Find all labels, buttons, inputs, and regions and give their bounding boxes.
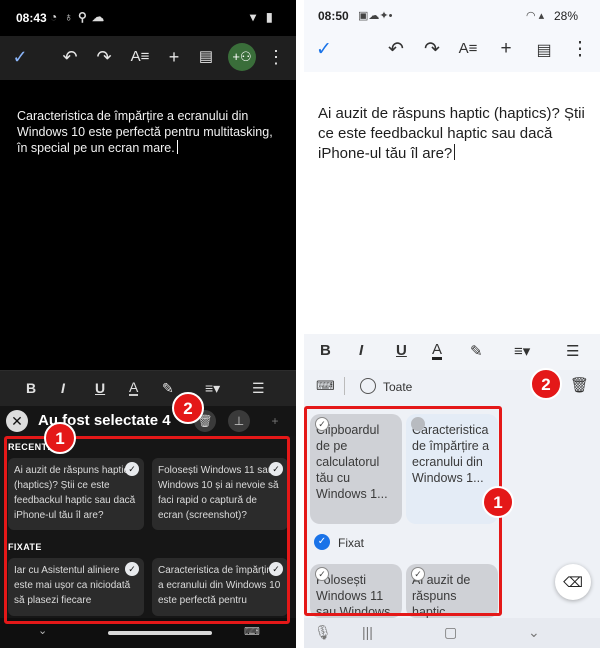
battery-text: 28% [554,9,579,23]
divider [296,0,304,648]
text-format-icon[interactable]: A≡ [128,46,152,68]
chevron-down-icon[interactable]: ⌄ [528,624,540,641]
document-body[interactable]: Ai auzit de răspuns haptic (haptics)? Șt… [318,104,590,164]
italic-button[interactable]: I [61,380,65,396]
recent-apps-icon[interactable]: ||| [362,624,373,640]
keyboard-icon[interactable]: ⌨ [316,378,335,394]
highlight-icon[interactable]: ✎ [162,380,174,397]
add-icon[interactable]: + [162,46,186,68]
select-all-radio[interactable] [360,378,376,394]
bold-button[interactable]: B [320,342,331,359]
more-icon[interactable]: ⋮ [568,38,592,61]
pin-icon[interactable]: ⊥ [228,410,250,432]
location-icon: ⚲ [78,10,87,24]
text-cursor [176,140,178,154]
text-format-icon[interactable]: A≡ [456,40,480,57]
editor-toolbar: ✓ ↶ ↷ A≡ + ▤ ⋮ [304,30,600,72]
signal-icon: ◔ [50,10,58,24]
undo-icon[interactable]: ↶ [58,46,82,68]
check-icon[interactable]: ✓ [8,46,32,68]
comment-icon[interactable]: ▤ [194,46,218,68]
separator [344,377,345,395]
add-icon[interactable]: + [264,410,286,432]
bulb-icon: ♁ [64,10,73,24]
add-icon[interactable]: + [494,38,518,60]
cloud-icon: ☁ [92,10,104,24]
list-icon[interactable]: ☰ [566,342,579,360]
text-cursor [454,144,456,160]
home-icon[interactable]: ▢ [444,624,457,641]
italic-button[interactable]: I [359,342,363,359]
home-handle[interactable] [108,631,212,635]
highlight-box-right [304,406,502,616]
backspace-icon[interactable]: ⌫ [555,564,591,600]
keyboard-icon[interactable]: ⌨ [244,625,260,638]
microphone-icon[interactable]: 🎙 [314,624,332,641]
delete-icon[interactable]: 🗑 [570,376,589,394]
document-text: Caracteristica de împărțire a ecranului … [17,109,273,155]
align-icon[interactable]: ≡▾ [205,380,220,397]
editor-toolbar: ✓ ↶ ↷ A≡ + ▤ +⚇ ⋮ [0,36,296,80]
underline-button[interactable]: U [95,380,105,396]
list-icon[interactable]: ☰ [252,380,265,397]
highlight-icon[interactable]: ✎ [470,342,483,360]
comment-icon[interactable]: ▤ [532,40,556,60]
underline-button[interactable]: U [396,342,407,359]
highlight-box-left [4,436,290,624]
annotation-badge-1-left: 1 [44,422,76,454]
annotation-badge-2-right: 2 [530,368,562,400]
align-icon[interactable]: ≡▾ [514,342,530,360]
undo-icon[interactable]: ↶ [384,38,408,61]
screenshot: 08:43 ◔ ♁ ⚲ ☁ ▾ ▮ ✓ ↶ ↷ A≡ + ▤ +⚇ ⋮ Cara… [0,0,600,648]
select-all-label: Toate [383,380,413,394]
annotation-badge-1-right: 1 [482,486,514,518]
format-bar: B I U A ✎ ≡▾ ☰ [304,334,600,370]
battery-icon: ▮ [266,10,273,24]
status-bar: 08:43 ◔ ♁ ⚲ ☁ ▾ ▮ [0,0,296,36]
close-icon[interactable]: ✕ [6,410,28,432]
document-body[interactable]: Caracteristica de împărțire a ecranului … [17,108,285,156]
redo-icon[interactable]: ↷ [92,46,116,68]
check-icon[interactable]: ✓ [312,38,336,61]
text-color-button[interactable]: A [129,380,139,396]
add-person-icon[interactable]: +⚇ [228,43,256,71]
status-time: 08:43 [16,11,47,25]
format-bar: B I U A ✎ ≡▾ ☰ [0,370,296,406]
status-time: 08:50 [318,9,349,23]
wifi-icon: ▾ [250,10,257,24]
annotation-badge-2-left: 2 [172,392,204,424]
bold-button[interactable]: B [26,380,36,396]
keyboard-nav-bar: 🎙 ||| ▢ ⌄ [304,618,600,648]
document-text: Ai auzit de răspuns haptic (haptics)? Șt… [318,105,585,162]
wifi-icon: ◠ ▴ [526,10,545,22]
chevron-down-icon[interactable]: ⌄ [38,624,47,637]
redo-icon[interactable]: ↷ [420,38,444,61]
notification-icons: ▣☁✦• [358,10,393,22]
text-color-button[interactable]: A [432,342,443,360]
status-bar: 08:50 ▣☁✦• ◠ ▴ 28% [304,0,600,30]
more-icon[interactable]: ⋮ [264,46,288,68]
